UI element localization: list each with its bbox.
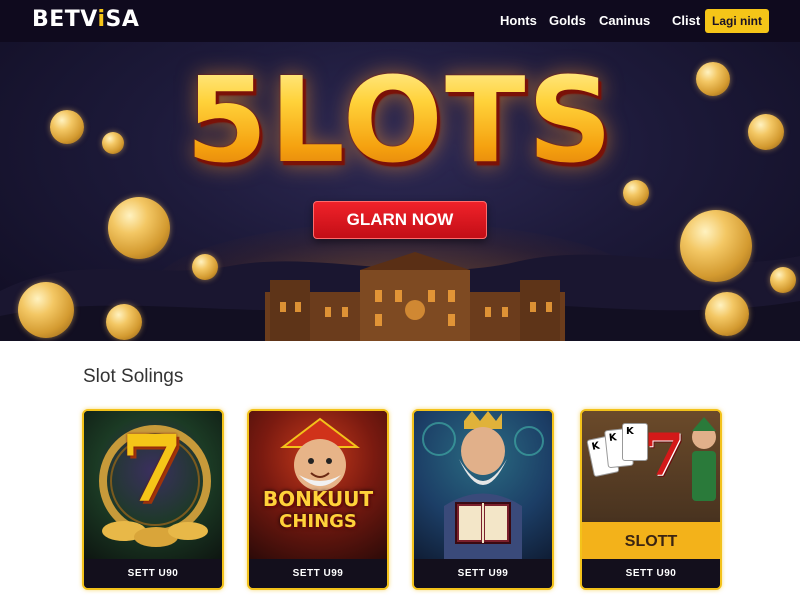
lucky-seven-symbol: 7: [644, 421, 685, 489]
hero-banner: 5LOTS GLARN NOW: [0, 42, 800, 341]
leprechaun-character-icon: [692, 417, 716, 501]
gold-coin: [18, 282, 74, 338]
nav-link-caninus[interactable]: Caninus: [599, 13, 650, 28]
gold-coin: [770, 267, 796, 293]
slot-game-art: 7: [84, 411, 222, 561]
gold-coin: [680, 210, 752, 282]
wizard-character-icon: [422, 411, 544, 561]
castle-illustration: [265, 252, 565, 341]
slot-game-label: SETT U90: [84, 559, 222, 588]
nav-link-honts[interactable]: Honts: [500, 13, 537, 28]
top-nav: BETViSA Honts Golds Caninus Clist Lagi n…: [0, 0, 800, 42]
gold-coin: [106, 304, 142, 340]
slot-game-card[interactable]: 7 SETT U90: [82, 409, 224, 590]
game-title-line-2: CHINGS: [279, 511, 357, 532]
slot-game-label: SETT U90: [582, 559, 720, 588]
login-button[interactable]: Lagi nint: [705, 9, 769, 33]
slot-game-label: SETT U99: [414, 559, 552, 588]
betvisa-logo[interactable]: BETViSA: [32, 7, 139, 32]
slot-game-art: K K K 7 SLOTT: [582, 411, 720, 561]
slot-game-card[interactable]: K K K 7 SLOTT SETT U90: [580, 409, 722, 590]
logo-text-accent: i: [97, 7, 106, 32]
gold-coin: [108, 197, 170, 259]
slot-game-art: [414, 411, 552, 561]
game-title-band: SLOTT: [582, 522, 720, 561]
game-title-text: SLOTT: [624, 533, 678, 550]
nav-link-golds[interactable]: Golds: [549, 13, 586, 28]
logo-text-main: BETV: [32, 7, 98, 32]
nav-link-clist[interactable]: Clist: [672, 13, 700, 28]
slot-game-card[interactable]: BONKUUT CHINGS SETT U99: [247, 409, 389, 590]
slot-game-art: BONKUUT CHINGS: [249, 411, 387, 561]
lucky-seven-symbol: 7: [120, 415, 185, 523]
slot-game-card[interactable]: SETT U99: [412, 409, 554, 590]
gold-coin: [192, 254, 218, 280]
slot-game-label: SETT U99: [249, 559, 387, 588]
logo-text-tail: SA: [105, 7, 140, 32]
gold-coin: [705, 292, 749, 336]
game-title-line-1: BONKUUT: [262, 487, 374, 511]
hero-title: 5LOTS: [0, 55, 800, 186]
section-title: Slot Solings: [83, 366, 184, 387]
claim-now-button[interactable]: GLARN NOW: [313, 201, 487, 239]
